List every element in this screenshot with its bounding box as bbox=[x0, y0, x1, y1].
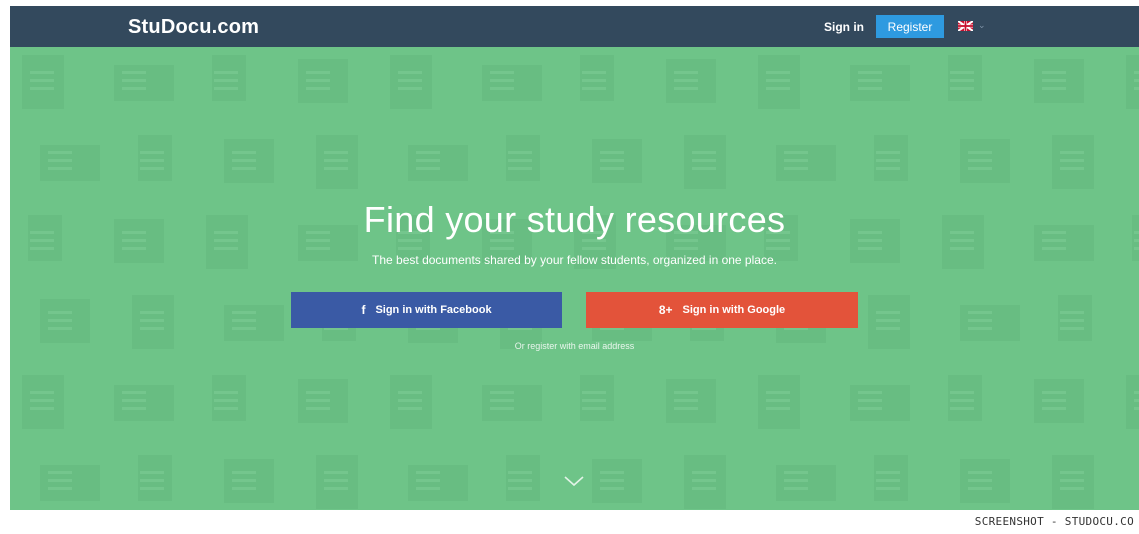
email-register-link[interactable]: Or register with email address bbox=[10, 341, 1139, 351]
pattern-document-shape bbox=[212, 55, 246, 101]
pattern-document-shape bbox=[408, 465, 468, 501]
pattern-document-shape bbox=[408, 145, 468, 181]
pattern-document-shape bbox=[224, 305, 284, 341]
document-pattern-background bbox=[22, 55, 1139, 509]
facebook-signin-button[interactable]: f Sign in with Facebook bbox=[291, 292, 562, 328]
register-button[interactable]: Register bbox=[876, 15, 944, 38]
pattern-document-shape bbox=[390, 375, 432, 429]
pattern-document-shape bbox=[506, 135, 540, 181]
pattern-document-shape bbox=[40, 145, 100, 181]
language-selector[interactable]: ⌄ bbox=[958, 20, 986, 31]
pattern-document-shape bbox=[850, 385, 910, 421]
pattern-document-shape bbox=[960, 305, 1020, 341]
pattern-document-shape bbox=[1034, 59, 1084, 103]
pattern-document-shape bbox=[666, 379, 716, 423]
pattern-document-shape bbox=[948, 55, 982, 101]
pattern-document-shape bbox=[138, 135, 172, 181]
pattern-document-shape bbox=[592, 459, 642, 503]
hero-headline: Find your study resources bbox=[363, 199, 786, 240]
pattern-document-shape bbox=[948, 375, 982, 421]
pattern-document-shape bbox=[874, 135, 908, 181]
facebook-signin-label: Sign in with Facebook bbox=[375, 304, 492, 316]
pattern-document-shape bbox=[580, 375, 614, 421]
pattern-document-shape bbox=[960, 139, 1010, 183]
pattern-document-shape bbox=[1052, 135, 1094, 189]
hero-section: Find your study resources The best docum… bbox=[10, 47, 1139, 510]
pattern-document-shape bbox=[114, 65, 174, 101]
pattern-document-shape bbox=[874, 455, 908, 501]
site-logo[interactable]: StuDocu.com bbox=[128, 16, 259, 39]
pattern-document-shape bbox=[224, 139, 274, 183]
google-plus-icon: 8+ bbox=[658, 303, 673, 317]
uk-flag-icon bbox=[958, 20, 973, 31]
pattern-document-shape bbox=[1034, 379, 1084, 423]
pattern-document-shape bbox=[684, 455, 726, 509]
pattern-document-shape bbox=[298, 379, 348, 423]
screenshot-caption: SCREENSHOT - STUDOCU.CO bbox=[974, 515, 1134, 528]
chevron-down-icon[interactable] bbox=[563, 475, 585, 487]
pattern-document-shape bbox=[506, 455, 540, 501]
pattern-document-shape bbox=[40, 299, 90, 343]
pattern-document-shape bbox=[1126, 375, 1139, 429]
hero-subheadline: The best documents shared by your fellow… bbox=[372, 253, 777, 267]
pattern-document-shape bbox=[580, 55, 614, 101]
pattern-document-shape bbox=[592, 139, 642, 183]
pattern-document-shape bbox=[298, 59, 348, 103]
pattern-document-shape bbox=[40, 465, 100, 501]
pattern-document-shape bbox=[1058, 295, 1092, 341]
sign-in-link[interactable]: Sign in bbox=[824, 20, 864, 34]
pattern-document-shape bbox=[224, 459, 274, 503]
pattern-document-shape bbox=[482, 385, 542, 421]
pattern-document-shape bbox=[1126, 55, 1139, 109]
pattern-document-shape bbox=[776, 465, 836, 501]
pattern-document-shape bbox=[212, 375, 246, 421]
google-signin-button[interactable]: 8+ Sign in with Google bbox=[586, 292, 858, 328]
pattern-document-shape bbox=[138, 455, 172, 501]
facebook-icon: f bbox=[361, 303, 366, 317]
pattern-document-shape bbox=[960, 459, 1010, 503]
google-signin-label: Sign in with Google bbox=[682, 304, 786, 316]
pattern-document-shape bbox=[758, 375, 800, 429]
pattern-document-shape bbox=[666, 59, 716, 103]
pattern-document-shape bbox=[390, 55, 432, 109]
pattern-document-shape bbox=[316, 135, 358, 189]
pattern-document-shape bbox=[684, 135, 726, 189]
pattern-document-shape bbox=[22, 55, 64, 109]
top-navbar: StuDocu.com Sign in Register ⌄ bbox=[10, 6, 1139, 47]
pattern-document-shape bbox=[758, 55, 800, 109]
pattern-document-shape bbox=[776, 145, 836, 181]
browser-viewport: StuDocu.com Sign in Register ⌄ Find your… bbox=[10, 6, 1139, 510]
pattern-document-shape bbox=[114, 385, 174, 421]
pattern-document-shape bbox=[1052, 455, 1094, 509]
pattern-document-shape bbox=[482, 65, 542, 101]
pattern-document-shape bbox=[316, 455, 358, 509]
chevron-down-icon: ⌄ bbox=[978, 20, 986, 30]
pattern-document-shape bbox=[22, 375, 64, 429]
pattern-document-shape bbox=[850, 65, 910, 101]
